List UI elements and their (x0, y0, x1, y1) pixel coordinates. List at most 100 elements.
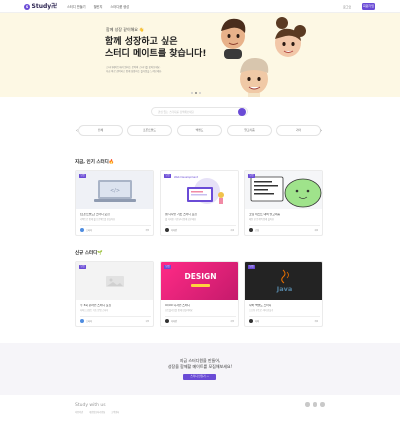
youtube-icon[interactable] (320, 402, 325, 407)
card-thumbnail: </> (76, 171, 153, 209)
recruit-badge: 모집 (248, 174, 255, 178)
avatar (249, 319, 253, 323)
card-title: 웹 디자인 기초 스터디 모집 (165, 213, 197, 216)
hero-title-line1: 함께 성장하고 싶은 (105, 37, 178, 47)
recruit-badge: 모집 (79, 174, 86, 178)
study-card[interactable]: Java 모집 자바 백엔드 스터디 스프링 부트로 서버 만들기 자바 3/6 (244, 261, 323, 327)
search-placeholder: 관심 있는 스터디를 검색해보세요 (158, 110, 194, 114)
search-icon (239, 116, 245, 121)
logo-mark: S (24, 3, 30, 10)
category-backend[interactable]: 백엔드 (177, 125, 222, 136)
footer-logo: Study with us (75, 403, 106, 408)
footer-link-privacy[interactable]: 개인정보처리방침 (89, 411, 105, 414)
study-card[interactable]: </> 모집 [프론트엔드] 스터디 모집 리액트로 함께 웹 프로젝트를 만들… (75, 170, 154, 236)
card-title: [프론트엔드] 스터디 모집 (80, 213, 110, 216)
card-divider (249, 225, 320, 226)
design-thumbnail-bar (191, 284, 210, 287)
card-divider (80, 316, 151, 317)
card-member-count: 4/6 (314, 228, 318, 232)
card-description: 매일 한 문제씩 함께 풀어요 (249, 218, 274, 221)
nav-item-study-room[interactable]: 스터디룸 생성 (110, 5, 129, 9)
coding-cat-illustration (250, 176, 322, 208)
hero-pagination (191, 92, 201, 94)
footer-link-terms[interactable]: 이용약관 (75, 411, 83, 414)
card-member-count: 3/6 (314, 319, 318, 323)
hero-dot-active[interactable] (195, 92, 197, 94)
github-icon[interactable] (312, 402, 317, 407)
card-author: 스터디 (86, 319, 93, 323)
category-all[interactable]: 전체 (78, 125, 123, 136)
nav-item-challenge[interactable]: 챌린지 (94, 5, 103, 9)
logo[interactable]: S Study卍 (24, 3, 57, 10)
hero-description: 스터디메이트에서 원하는 분야의 스터디를 찾아보세요. 지금 바로 참여하고 … (106, 66, 206, 74)
code-laptop-illustration: </> (94, 180, 136, 202)
card-member-count: 2/4 (230, 228, 234, 232)
card-thumbnail: Web Development (161, 171, 238, 209)
card-description: 포트폴리오를 함께 만들어봐요 (165, 309, 193, 312)
hero-title: 함께 성장하고 싶은 스터디 메이트를 찾습니다! (105, 37, 206, 60)
avatar (165, 319, 169, 323)
instagram-icon[interactable] (305, 402, 310, 407)
search-button[interactable] (238, 107, 246, 121)
login-link[interactable]: 로그인 (343, 5, 351, 9)
hero-dot[interactable] (191, 92, 193, 94)
card-description: 웹 디자인 기초부터 함께 공부해요 (165, 218, 196, 221)
web-development-text: Web Development (174, 176, 198, 179)
hero-desc-line2: 지금 바로 참여하고 함께 성장하는 즐거움을 느껴보세요. (106, 70, 162, 73)
create-study-button[interactable]: 스터디 만들기 → (183, 374, 216, 380)
card-member-count: 2/5 (230, 319, 234, 323)
nav-item-create-study[interactable]: 스터디 만들기 (67, 5, 86, 9)
card-thumbnail (76, 262, 153, 300)
card-author: 코딩 (255, 228, 260, 232)
study-card[interactable]: DESIGN 모집 UI/UX 디자인 스터디 포트폴리오를 함께 만들어봐요 … (160, 261, 239, 327)
study-card[interactable]: 모집 주 3회 온라인 스터디 모집 자바스크립트 기초 문법 스터디 스터디 … (75, 261, 154, 327)
card-thumbnail (245, 171, 322, 209)
card-author: 스터디 (86, 228, 93, 232)
main-nav: 스터디 만들기 챌린지 스터디룸 생성 (67, 5, 129, 9)
footer-link-support[interactable]: 고객센터 (111, 411, 119, 414)
card-title: 자바 백엔드 스터디 (249, 304, 272, 307)
study-card[interactable]: Web Development 모집 웹 디자인 기초 스터디 모집 웹 디자인… (160, 170, 239, 236)
java-logo (281, 269, 289, 284)
card-member-count: 1/5 (145, 319, 149, 323)
card-divider (165, 225, 236, 226)
footer-social-icons (305, 402, 325, 407)
category-frontend[interactable]: 프론트엔드 (127, 125, 172, 136)
recruit-badge: 모집 (164, 174, 171, 178)
top-header: S Study卍 스터디 만들기 챌린지 스터디룸 생성 로그인 회원가입 (0, 0, 400, 13)
card-description: 자바스크립트 기초 문법 스터디 (80, 309, 109, 312)
hero-banner: 함께 성장 같이해요 👋 함께 성장하고 싶은 스터디 메이트를 찾습니다! 스… (0, 13, 400, 97)
card-thumbnail: Java (245, 262, 322, 300)
card-thumbnail: DESIGN (161, 262, 238, 300)
memoji-illustration (221, 17, 306, 97)
recruit-badge: 모집 (79, 265, 86, 269)
search-input[interactable]: 관심 있는 스터디를 검색해보세요 (151, 107, 248, 116)
category-algorithm[interactable]: 알고리즘 (227, 125, 272, 136)
card-description: 스프링 부트로 서버 만들기 (249, 309, 274, 312)
avatar (249, 228, 253, 232)
study-card[interactable]: 모집 코딩 테스트 대비 알고리즘 매일 한 문제씩 함께 풀어요 코딩 4/6 (244, 170, 323, 236)
card-author: 디자인 (171, 228, 178, 232)
card-title: 코딩 테스트 대비 알고리즘 (249, 213, 280, 216)
category-next-icon[interactable]: › (320, 127, 322, 135)
hero-dot[interactable] (199, 92, 201, 94)
avatar (80, 228, 84, 232)
category-etc[interactable]: 기타 (276, 125, 321, 136)
card-divider (249, 316, 320, 317)
java-text: Java (276, 285, 293, 293)
logo-text: Study卍 (31, 3, 58, 10)
signup-button[interactable]: 회원가입 (362, 3, 375, 10)
cta-text-line2: 성장을 함께할 메이트를 모집해보세요! (167, 364, 233, 369)
card-title: 주 3회 온라인 스터디 모집 (80, 304, 112, 307)
hero-title-line2: 스터디 메이트를 찾습니다! (105, 48, 207, 59)
card-divider (80, 225, 151, 226)
card-author: 자바 (255, 319, 260, 323)
hero-subtitle: 함께 성장 같이해요 👋 (106, 27, 145, 32)
design-thumbnail-text: DESIGN (184, 272, 217, 281)
placeholder-image (106, 276, 124, 287)
card-author: 디자인 (171, 319, 178, 323)
recruit-badge: 모집 (248, 265, 255, 269)
card-description: 리액트로 함께 웹 프로젝트를 만들어요 (80, 218, 115, 221)
footer-links: 이용약관 개인정보처리방침 고객센터 (75, 411, 119, 414)
card-member-count: 3/5 (145, 228, 149, 232)
